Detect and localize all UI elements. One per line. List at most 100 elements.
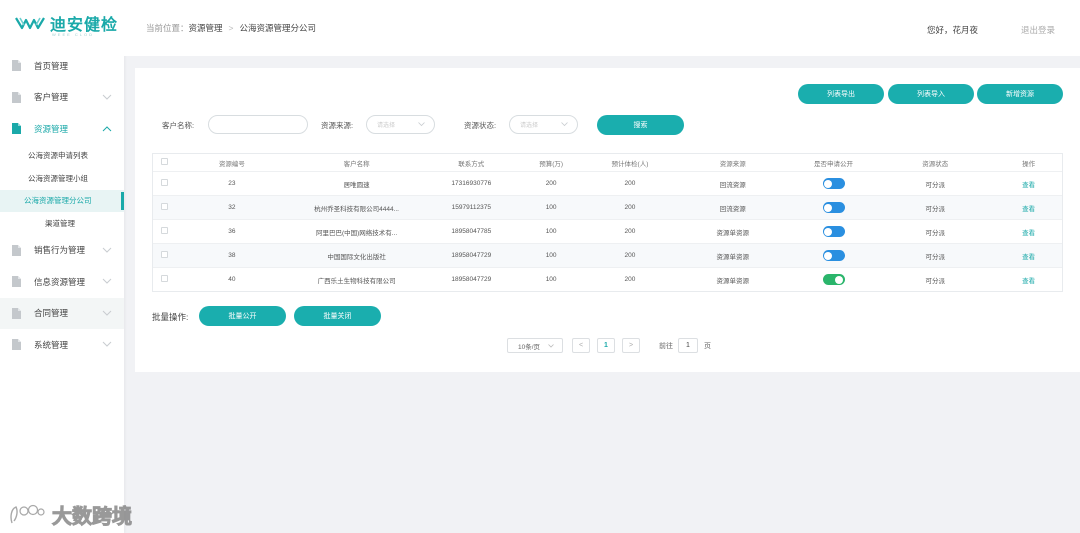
- export-list-button[interactable]: 列表导出: [798, 84, 884, 104]
- view-link[interactable]: 查看: [1022, 182, 1035, 189]
- page-1-button[interactable]: 1: [597, 338, 615, 353]
- table-header-row: 资源编号 客户名称 联系方式 预算(万) 预计体检(人) 资源来源 是否申请公开…: [153, 154, 1062, 171]
- sidebar-item-sales[interactable]: 销售行为管理: [0, 235, 124, 267]
- document-icon: [12, 307, 21, 319]
- cell-budget: 200: [545, 180, 557, 187]
- prev-page-button[interactable]: <: [572, 338, 590, 353]
- cell-id: 38: [228, 252, 236, 259]
- logout-link[interactable]: 退出登录: [1021, 24, 1055, 36]
- col-header-action: 操作: [1022, 160, 1036, 168]
- cell-public: [792, 202, 876, 213]
- resource-status-placeholder: 请选择: [520, 123, 539, 129]
- sidebar-item-system[interactable]: 系统管理: [0, 329, 124, 361]
- goto-suffix: 页: [704, 343, 711, 350]
- resource-source-placeholder: 请选择: [377, 123, 396, 129]
- next-page-button[interactable]: >: [622, 338, 640, 353]
- public-toggle[interactable]: [822, 202, 845, 213]
- view-link[interactable]: 查看: [1022, 230, 1035, 237]
- col-header-name: 客户名称: [343, 160, 370, 168]
- public-toggle[interactable]: [822, 274, 845, 285]
- public-toggle[interactable]: [822, 250, 845, 261]
- public-toggle[interactable]: [822, 178, 845, 189]
- cell-people: 200: [624, 180, 636, 187]
- resource-source-select[interactable]: 请选择: [366, 115, 435, 134]
- import-list-button[interactable]: 列表导入: [888, 84, 974, 104]
- cell-status: 可分派: [925, 205, 946, 213]
- select-all-checkbox[interactable]: [161, 158, 169, 165]
- sidebar-subitem-group[interactable]: 公海资源管理小组: [0, 167, 124, 190]
- sidebar-item-resource[interactable]: 资源管理: [0, 113, 124, 145]
- document-icon: [12, 123, 21, 135]
- sidebar-item-customer[interactable]: 客户管理: [0, 82, 124, 114]
- cell-name: 杭州乔圣科技有限公司4444...: [314, 205, 399, 213]
- cell-phone: 18958047729: [451, 276, 492, 283]
- top-header: 当前位置：资源管理 > 公海资源管理分公司 您好，花月夜 退出登录: [124, 0, 1080, 56]
- document-icon: [12, 60, 21, 72]
- table-row: 36 阿里巴巴(中国)网络技术有... 18958047785 100 200 资源单资源…: [153, 219, 1062, 243]
- cell-status: 可分派: [925, 277, 946, 285]
- chevron-down-icon: [102, 310, 112, 316]
- cell-action: 查看: [995, 203, 1062, 213]
- page-size-select[interactable]: 10条/页: [507, 338, 563, 353]
- cell-name: 广西乐土生物科技有限公司: [317, 277, 396, 285]
- cell-budget: 100: [545, 252, 557, 259]
- chevron-down-icon: [102, 94, 112, 100]
- view-link[interactable]: 查看: [1022, 206, 1035, 213]
- customer-name-input[interactable]: [208, 115, 308, 134]
- row-checkbox[interactable]: [161, 251, 169, 258]
- col-header-phone: 联系方式: [458, 160, 485, 168]
- cell-budget: 100: [545, 204, 557, 211]
- public-toggle[interactable]: [822, 226, 845, 237]
- view-link[interactable]: 查看: [1022, 278, 1035, 285]
- bulk-close-button[interactable]: 批量关闭: [294, 306, 381, 326]
- cell-source: 资源单资源: [716, 253, 749, 261]
- col-header-id: 资源编号: [218, 160, 245, 168]
- logo-icon: [15, 17, 45, 30]
- chevron-down-icon: [548, 344, 554, 348]
- customer-name-label: 客户名称:: [162, 121, 195, 130]
- row-checkbox[interactable]: [161, 275, 169, 282]
- cell-name: 阿里巴巴(中国)网络技术有...: [315, 229, 398, 237]
- cell-name: 居唯圆速: [343, 181, 370, 189]
- cell-action: 查看: [995, 227, 1062, 237]
- sidebar-subitem-branch[interactable]: 公海资源管理分公司: [0, 189, 124, 212]
- sidebar-item-info[interactable]: 信息资源管理: [0, 266, 124, 298]
- col-header-status: 资源状态: [922, 160, 949, 168]
- row-checkbox-cell: [153, 227, 177, 236]
- goto-page-input[interactable]: 1: [678, 338, 698, 353]
- breadcrumb-item-resource[interactable]: 资源管理: [189, 23, 223, 33]
- table-body: 23 居唯圆速 17316930776 200 200 回流资源 可分派 查看 32 杭州乔圣科技…: [153, 171, 1062, 291]
- sidebar-item-label: 首页管理: [34, 60, 69, 71]
- breadcrumb-prefix: 当前位置：: [146, 23, 189, 33]
- toggle-knob: [835, 275, 843, 284]
- resource-status-select[interactable]: 请选择: [509, 115, 578, 134]
- sidebar-item-label: 客户管理: [34, 92, 69, 103]
- row-checkbox[interactable]: [161, 203, 169, 210]
- toggle-knob: [824, 251, 832, 260]
- table-row: 40 广西乐土生物科技有限公司 18958047729 100 200 资源单资源 可分派 查…: [153, 267, 1062, 291]
- col-header-source: 资源来源: [719, 160, 746, 168]
- watermark-text: 大数跨境: [52, 506, 133, 529]
- row-checkbox[interactable]: [161, 227, 169, 234]
- cell-source: 回流资源: [719, 181, 746, 189]
- view-link[interactable]: 查看: [1022, 254, 1035, 261]
- add-resource-button[interactable]: 新增资源: [977, 84, 1063, 104]
- sidebar-subitem-apply-list[interactable]: 公海资源申请列表: [0, 145, 124, 168]
- sidebar-item-contract[interactable]: 合同管理: [0, 297, 124, 329]
- resource-source-label: 资源来源:: [321, 121, 354, 130]
- logo: 迪安健检 WEEE CLOD: [0, 0, 124, 46]
- sidebar: 迪安健检 WEEE CLOD 首页管理 客户管理 资源管理 公海资源申请列表 公…: [0, 0, 124, 533]
- bulk-open-button[interactable]: 批量公开: [199, 306, 286, 326]
- row-checkbox[interactable]: [161, 179, 169, 186]
- cell-id: 32: [228, 204, 236, 211]
- cell-phone: 18958047785: [451, 228, 492, 235]
- cell-people: 200: [624, 228, 636, 235]
- col-header-public: 是否申请公开: [814, 160, 853, 168]
- document-icon: [12, 276, 21, 288]
- search-button[interactable]: 搜索: [597, 115, 684, 135]
- breadcrumb-separator: >: [228, 23, 234, 33]
- sidebar-item-home[interactable]: 首页管理: [0, 50, 124, 82]
- breadcrumb: 当前位置：资源管理 > 公海资源管理分公司: [146, 22, 316, 34]
- sidebar-subitem-channel[interactable]: 渠道管理: [0, 212, 124, 235]
- toggle-knob: [824, 179, 832, 188]
